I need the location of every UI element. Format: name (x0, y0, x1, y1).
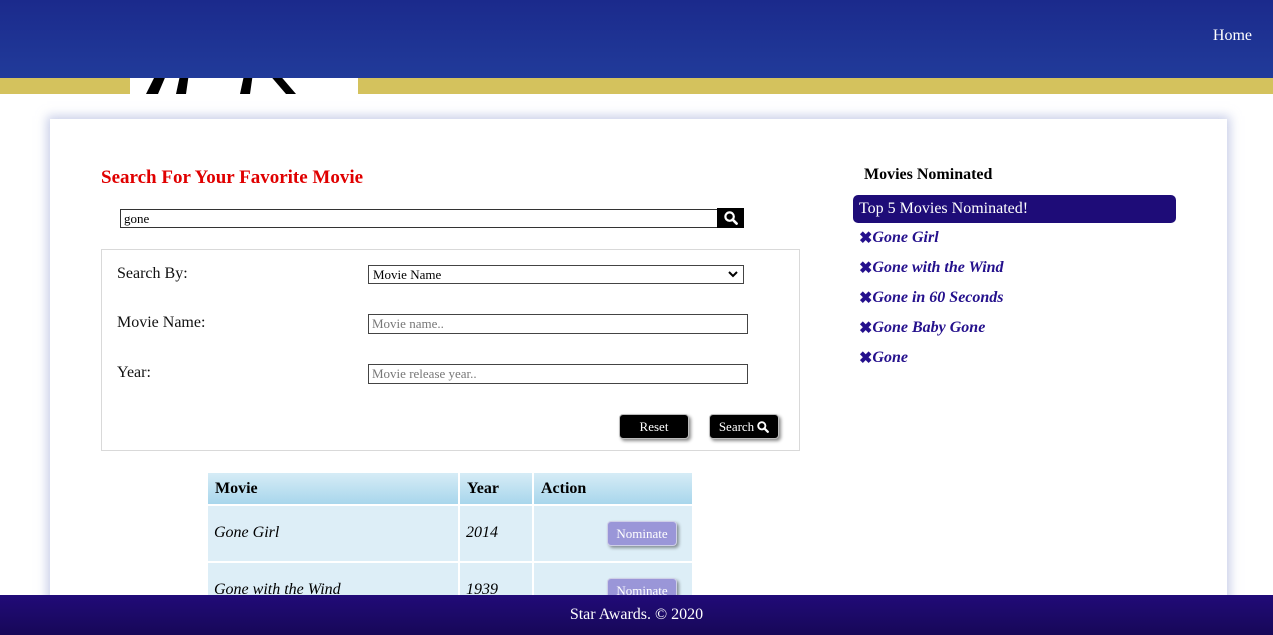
nominee-name: Gone (872, 349, 908, 366)
result-movie-cell: Gone Girl (208, 506, 458, 561)
nominee-item: ✖ Gone in 60 Seconds (859, 287, 1004, 309)
reset-button-label: Reset (639, 418, 669, 434)
movie-name-field[interactable] (368, 314, 748, 334)
remove-nominee-icon[interactable]: ✖ (859, 318, 872, 338)
column-header-action: Action (534, 473, 692, 504)
page-footer: Star Awards. © 2020 (0, 595, 1273, 635)
chevron-down-icon (728, 271, 738, 278)
nominee-name: Gone in 60 Seconds (872, 289, 1004, 306)
remove-nominee-icon[interactable]: ✖ (859, 348, 872, 368)
result-year-cell: 2014 (460, 506, 532, 561)
movie-name-label: Movie Name: (117, 314, 206, 331)
search-icon (757, 420, 770, 433)
remove-nominee-icon[interactable]: ✖ (859, 258, 872, 278)
search-by-label: Search By: (117, 265, 188, 282)
search-by-select[interactable]: Movie Name (368, 265, 744, 284)
nominee-item: ✖ Gone (859, 347, 908, 369)
reset-button[interactable]: Reset (619, 414, 689, 439)
nominations-title: Movies Nominated (864, 166, 993, 183)
year-label: Year: (117, 364, 151, 381)
column-header-year: Year (460, 473, 532, 504)
nominee-item: ✖ Gone with the Wind (859, 257, 1004, 279)
quick-search-button[interactable] (717, 208, 744, 228)
nominations-banner: Top 5 Movies Nominated! (853, 195, 1176, 223)
search-button[interactable]: Search (709, 414, 779, 439)
footer-text: Star Awards. © 2020 (569, 606, 704, 623)
nominee-item: ✖ Gone Baby Gone (859, 317, 985, 339)
nominee-name: Gone Baby Gone (872, 319, 986, 336)
search-icon (723, 211, 738, 225)
nominee-name: Gone Girl (872, 229, 939, 246)
nav-home-link[interactable]: Home (1213, 27, 1252, 45)
nominee-name: Gone with the Wind (872, 259, 1004, 276)
year-field[interactable] (368, 364, 748, 384)
search-title: Search For Your Favorite Movie (101, 167, 364, 188)
remove-nominee-icon[interactable]: ✖ (859, 288, 872, 308)
nominee-item: ✖ Gone Girl (859, 227, 939, 249)
nominate-button-label: Nominate (616, 525, 668, 541)
nominate-button[interactable]: Nominate (607, 521, 677, 546)
search-by-value: Movie Name (373, 267, 442, 282)
quick-search-input[interactable] (120, 209, 718, 228)
column-header-movie: Movie (208, 473, 458, 504)
search-button-label: Search (718, 418, 755, 434)
remove-nominee-icon[interactable]: ✖ (859, 228, 872, 248)
top-navbar: Home (0, 0, 1273, 78)
